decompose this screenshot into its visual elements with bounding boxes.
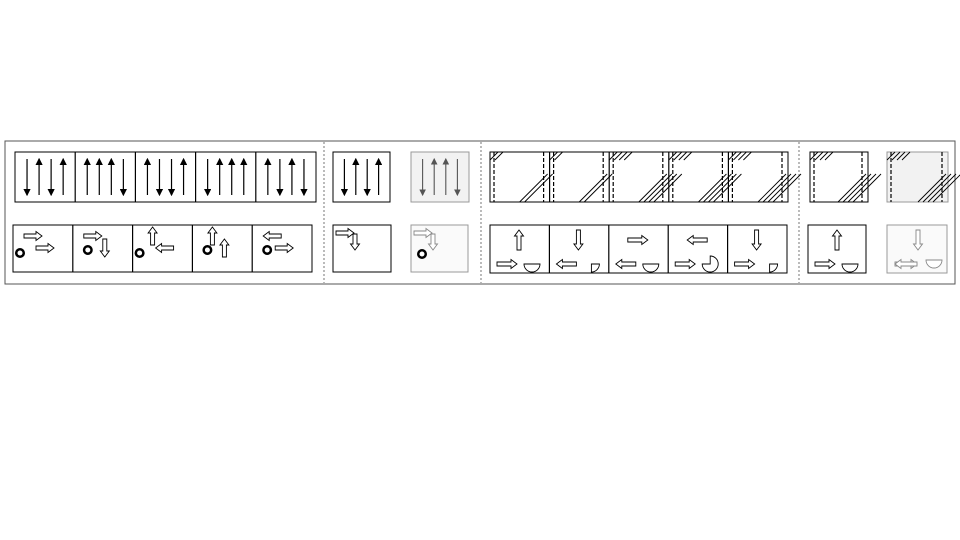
hatched-panel-original bbox=[809, 151, 869, 203]
token-marker-center bbox=[419, 251, 425, 257]
arrow-panel-noisy bbox=[410, 151, 470, 203]
token-marker-center bbox=[137, 250, 143, 256]
arrow-strip bbox=[14, 151, 317, 203]
token-marker-center bbox=[264, 247, 270, 253]
token-marker-center bbox=[204, 247, 210, 253]
token-marker-center bbox=[17, 250, 23, 256]
figure-canvas bbox=[4, 140, 960, 285]
token-marker-center bbox=[85, 247, 91, 253]
hatched-panel-noisy bbox=[886, 151, 949, 203]
arrow-panel-original bbox=[332, 151, 391, 203]
